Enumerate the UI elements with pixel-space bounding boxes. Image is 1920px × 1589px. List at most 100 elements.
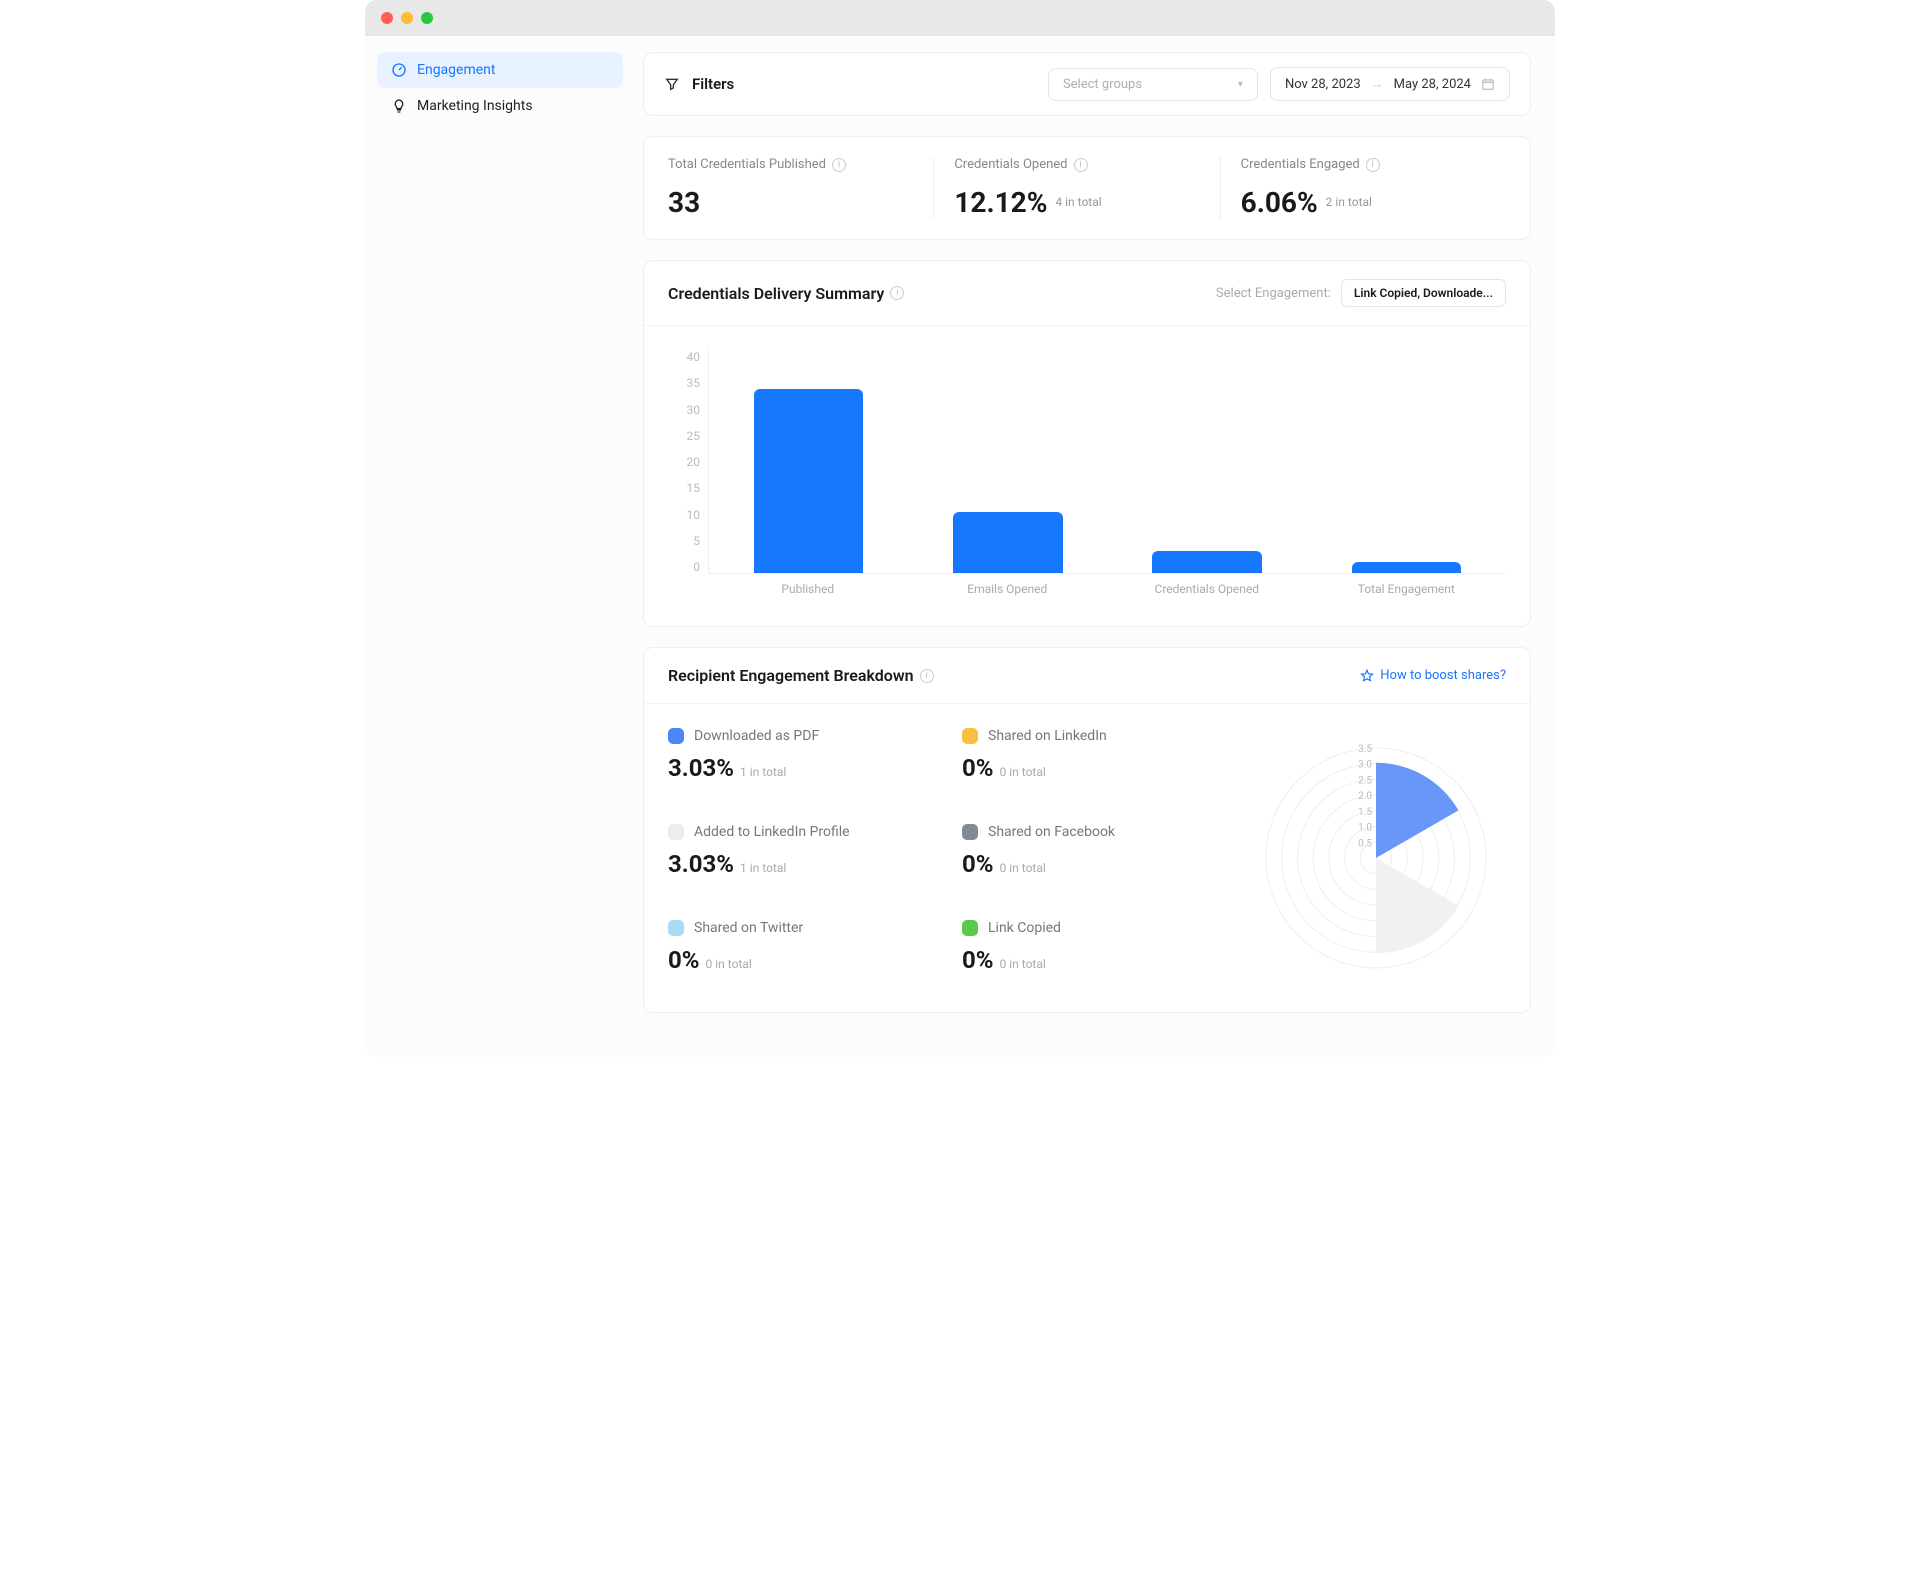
minimize-window-button[interactable] [401, 12, 413, 24]
date-to: May 28, 2024 [1394, 77, 1471, 92]
breakdown-item: Link Copied 0% 0 in total [962, 920, 1216, 988]
bar-slot [709, 350, 908, 573]
breakdown-pct: 3.03% [668, 850, 734, 878]
breakdown-item: Added to LinkedIn Profile 3.03% 1 in tota… [668, 824, 922, 892]
stat-block: Credentials Engaged i 6.06% 2 in total [1220, 157, 1506, 219]
sidebar-item-label: Marketing Insights [417, 98, 533, 114]
svg-text:3.0: 3.0 [1358, 760, 1372, 771]
delivery-title: Credentials Delivery Summary [668, 284, 884, 303]
breakdown-label: Shared on Facebook [988, 824, 1115, 840]
engagement-select[interactable]: Link Copied, Downloade... [1341, 279, 1506, 307]
breakdown-sub: 1 in total [740, 765, 786, 779]
window-titlebar [365, 0, 1555, 36]
breakdown-label: Link Copied [988, 920, 1061, 936]
y-tick: 35 [687, 376, 701, 390]
bar-slot [1307, 350, 1506, 573]
select-engagement-label: Select Engagement: [1216, 286, 1331, 301]
breakdown-label: Added to LinkedIn Profile [694, 824, 850, 840]
info-icon[interactable]: i [1074, 158, 1088, 172]
y-tick: 0 [693, 560, 700, 574]
calendar-icon [1481, 77, 1495, 91]
info-icon[interactable]: i [920, 669, 934, 683]
breakdown-label: Shared on Twitter [694, 920, 803, 936]
stat-value: 6.06% [1241, 186, 1318, 219]
info-icon[interactable]: i [832, 158, 846, 172]
svg-text:2.0: 2.0 [1358, 791, 1372, 802]
breakdown-card: Recipient Engagement Breakdown i How to … [643, 647, 1531, 1013]
sidebar-item-marketing-insights[interactable]: Marketing Insights [377, 88, 623, 124]
breakdown-sub: 0 in total [706, 957, 752, 971]
sidebar: Engagement Marketing Insights [365, 36, 635, 1057]
x-label: Published [708, 582, 908, 596]
chevron-down-icon: ▾ [1238, 79, 1243, 90]
color-swatch [962, 824, 978, 840]
breakdown-item: Downloaded as PDF 3.03% 1 in total [668, 728, 922, 796]
x-label: Total Engagement [1307, 582, 1507, 596]
stat-label: Total Credentials Published [668, 157, 826, 172]
sidebar-item-engagement[interactable]: Engagement [377, 52, 623, 88]
radar-chart: 0.51.01.52.02.53.03.5 [1246, 728, 1506, 988]
filters-bar: Filters Select groups ▾ Nov 28, 2023 → M… [643, 52, 1531, 116]
svg-text:0.5: 0.5 [1358, 838, 1372, 849]
y-tick: 30 [687, 403, 701, 417]
breakdown-sub: 1 in total [740, 861, 786, 875]
boost-shares-link[interactable]: How to boost shares? [1360, 668, 1506, 683]
breakdown-pct: 3.03% [668, 754, 734, 782]
breakdown-item: Shared on Facebook 0% 0 in total [962, 824, 1216, 892]
stat-block: Credentials Openedi 12.12%4 in total [933, 157, 1219, 219]
stat-block: Total Credentials Published i 33 [668, 157, 933, 219]
color-swatch [962, 920, 978, 936]
close-window-button[interactable] [381, 12, 393, 24]
breakdown-pct: 0% [962, 754, 994, 782]
breakdown-pct: 0% [962, 946, 994, 974]
x-label: Credentials Opened [1107, 582, 1307, 596]
star-icon [1360, 669, 1374, 683]
y-tick: 20 [687, 455, 701, 469]
gauge-icon [391, 62, 407, 78]
y-tick: 15 [687, 481, 701, 495]
date-from: Nov 28, 2023 [1285, 77, 1361, 92]
filter-icon [664, 76, 680, 92]
breakdown-title: Recipient Engagement Breakdown [668, 666, 914, 685]
svg-text:1.0: 1.0 [1358, 823, 1372, 834]
stat-value: 33 [668, 186, 700, 219]
info-icon[interactable]: i [1366, 158, 1380, 172]
breakdown-sub: 0 in total [1000, 765, 1046, 779]
delivery-summary-card: Credentials Delivery Summary i Select En… [643, 260, 1531, 627]
y-tick: 40 [687, 350, 701, 364]
color-swatch [668, 728, 684, 744]
svg-text:1.5: 1.5 [1358, 807, 1372, 818]
color-swatch [668, 920, 684, 936]
date-range-picker[interactable]: Nov 28, 2023 → May 28, 2024 [1270, 67, 1510, 101]
delivery-bar-chart: 4035302520151050 PublishedEmails OpenedC… [644, 326, 1530, 626]
bar [1352, 562, 1462, 573]
breakdown-pct: 0% [668, 946, 700, 974]
breakdown-label: Shared on LinkedIn [988, 728, 1107, 744]
group-select-placeholder: Select groups [1063, 77, 1142, 92]
svg-text:2.5: 2.5 [1358, 775, 1372, 786]
stat-label: Credentials Engaged [1241, 157, 1360, 172]
stat-label: Credentials Opened [954, 157, 1067, 172]
bar [1152, 551, 1262, 573]
stats-row: Total Credentials Published i 33 Credenti… [643, 136, 1531, 240]
sidebar-item-label: Engagement [417, 62, 495, 78]
info-icon[interactable]: i [890, 286, 904, 300]
breakdown-pct: 0% [962, 850, 994, 878]
group-select[interactable]: Select groups ▾ [1048, 68, 1258, 101]
bar-slot [908, 350, 1107, 573]
filters-title: Filters [692, 75, 734, 93]
maximize-window-button[interactable] [421, 12, 433, 24]
y-tick: 10 [687, 508, 701, 522]
stat-sub: 4 in total [1055, 195, 1101, 209]
breakdown-sub: 0 in total [1000, 957, 1046, 971]
stat-sub: 2 in total [1326, 195, 1372, 209]
breakdown-item: Shared on Twitter 0% 0 in total [668, 920, 922, 988]
breakdown-label: Downloaded as PDF [694, 728, 819, 744]
color-swatch [962, 728, 978, 744]
y-tick: 25 [687, 429, 701, 443]
breakdown-sub: 0 in total [1000, 861, 1046, 875]
x-label: Emails Opened [908, 582, 1108, 596]
color-swatch [668, 824, 684, 840]
bar [953, 512, 1063, 573]
breakdown-item: Shared on LinkedIn 0% 0 in total [962, 728, 1216, 796]
